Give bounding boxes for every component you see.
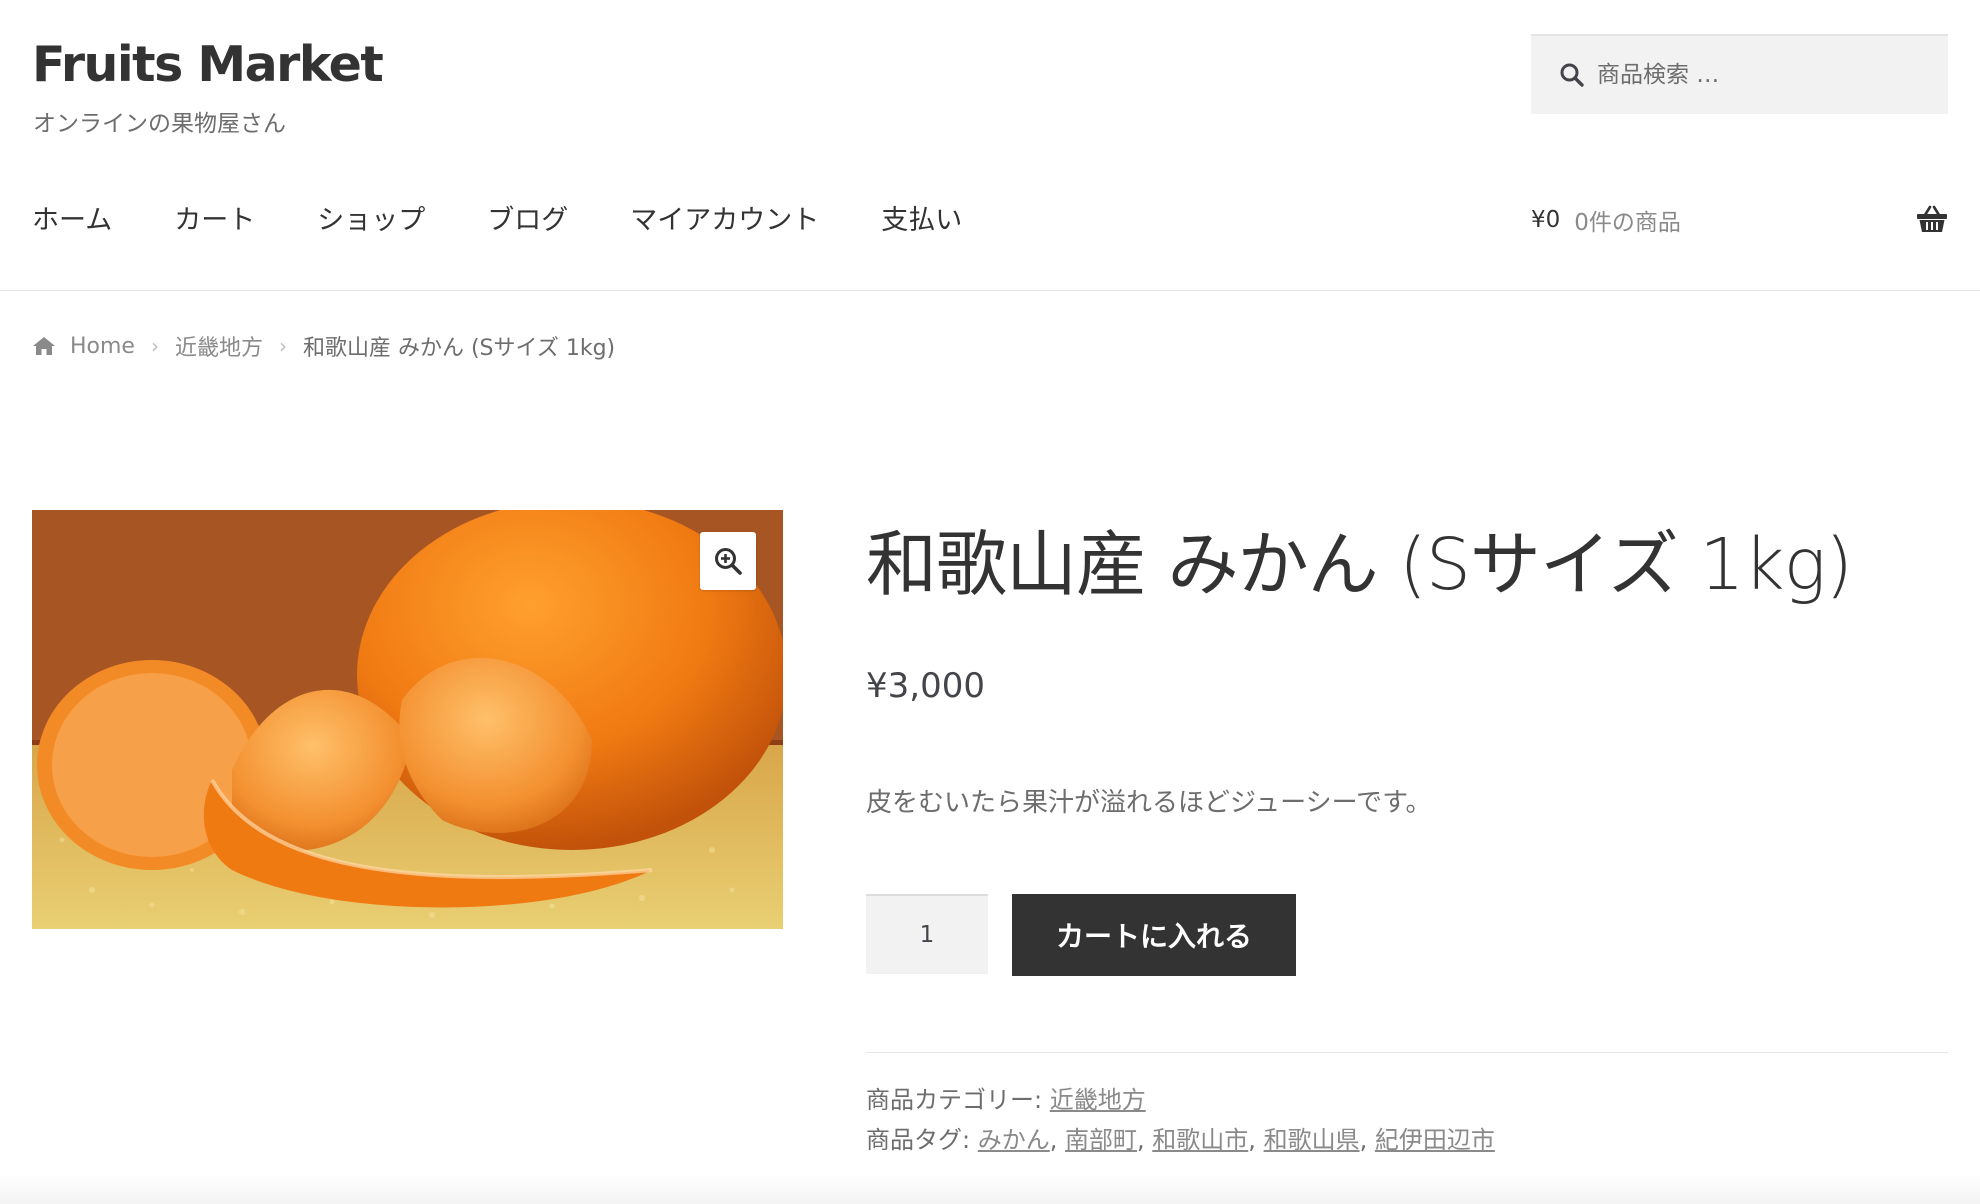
product-image[interactable] <box>32 510 783 929</box>
quantity-input[interactable] <box>866 894 988 974</box>
header-divider <box>0 290 1980 291</box>
add-to-cart-button[interactable]: カートに入れる <box>1012 894 1296 976</box>
site-title[interactable]: Fruits Market <box>32 36 384 93</box>
nav-item-home[interactable]: ホーム <box>32 198 112 237</box>
category-link[interactable]: 近畿地方 <box>1050 1086 1146 1114</box>
product-description: 皮をむいたら果汁が溢れるほどジューシーです。 <box>866 788 1432 818</box>
breadcrumb-current: 和歌山産 みかん (Sサイズ 1kg) <box>302 336 616 361</box>
mandarin-illustration <box>32 510 783 929</box>
tags-label: 商品タグ: <box>866 1126 971 1154</box>
tag-separator: , <box>1137 1126 1145 1154</box>
basket-icon[interactable] <box>1916 204 1948 234</box>
meta-divider <box>866 1052 1948 1053</box>
breadcrumb-home-link[interactable]: Home <box>70 334 135 359</box>
breadcrumb-category-link[interactable]: 近畿地方 <box>175 330 263 362</box>
cart-count: 0件の商品 <box>1574 210 1681 236</box>
tag-link-wakayama-prefecture[interactable]: 和歌山県 <box>1264 1126 1360 1154</box>
page: Fruits Market オンラインの果物屋さん ホーム カート ショップ ブ… <box>0 0 1980 1204</box>
product-tags: 商品タグ: みかん, 南部町, 和歌山市, 和歌山県, 紀伊田辺市 <box>866 1120 1495 1155</box>
tag-link-mikan[interactable]: みかん <box>978 1126 1050 1154</box>
primary-nav: ホーム カート ショップ ブログ マイアカウント 支払い <box>32 198 1024 237</box>
page-bottom-fade <box>0 1174 1980 1204</box>
zoom-in-icon <box>715 548 742 575</box>
tag-link-minabe[interactable]: 南部町 <box>1065 1126 1137 1154</box>
categories-label: 商品カテゴリー: <box>866 1086 1043 1114</box>
nav-item-cart[interactable]: カート <box>174 198 255 237</box>
tag-link-wakayama-city[interactable]: 和歌山市 <box>1152 1126 1248 1154</box>
tag-separator: , <box>1248 1126 1256 1154</box>
search-input[interactable] <box>1585 36 1948 114</box>
nav-item-checkout[interactable]: 支払い <box>881 198 962 237</box>
nav-item-shop[interactable]: ショップ <box>317 198 425 237</box>
tag-separator: , <box>1359 1126 1368 1154</box>
product-title: 和歌山産 みかん (Sサイズ 1kg) <box>866 523 1853 606</box>
home-icon <box>33 337 55 355</box>
product-price: ¥3,000 <box>866 666 985 706</box>
tag-separator: , <box>1049 1126 1058 1154</box>
site-tagline: オンラインの果物屋さん <box>33 111 286 137</box>
nav-item-my-account[interactable]: マイアカウント <box>630 198 819 237</box>
search-icon <box>1560 63 1584 87</box>
breadcrumb: Home › 近畿地方 › 和歌山産 みかん (Sサイズ 1kg) <box>32 330 615 362</box>
zoom-button[interactable] <box>700 532 756 590</box>
tag-link-kii-tanabe[interactable]: 紀伊田辺市 <box>1375 1126 1495 1154</box>
breadcrumb-separator-icon: › <box>278 334 287 358</box>
header-cart[interactable]: ¥0 0件の商品 <box>1531 204 1948 236</box>
breadcrumb-separator-icon: › <box>150 334 159 358</box>
cart-amount: ¥0 <box>1531 207 1561 233</box>
product-categories: 商品カテゴリー: 近畿地方 <box>866 1080 1146 1115</box>
search-box[interactable] <box>1531 34 1948 114</box>
nav-item-blog[interactable]: ブログ <box>487 198 568 237</box>
